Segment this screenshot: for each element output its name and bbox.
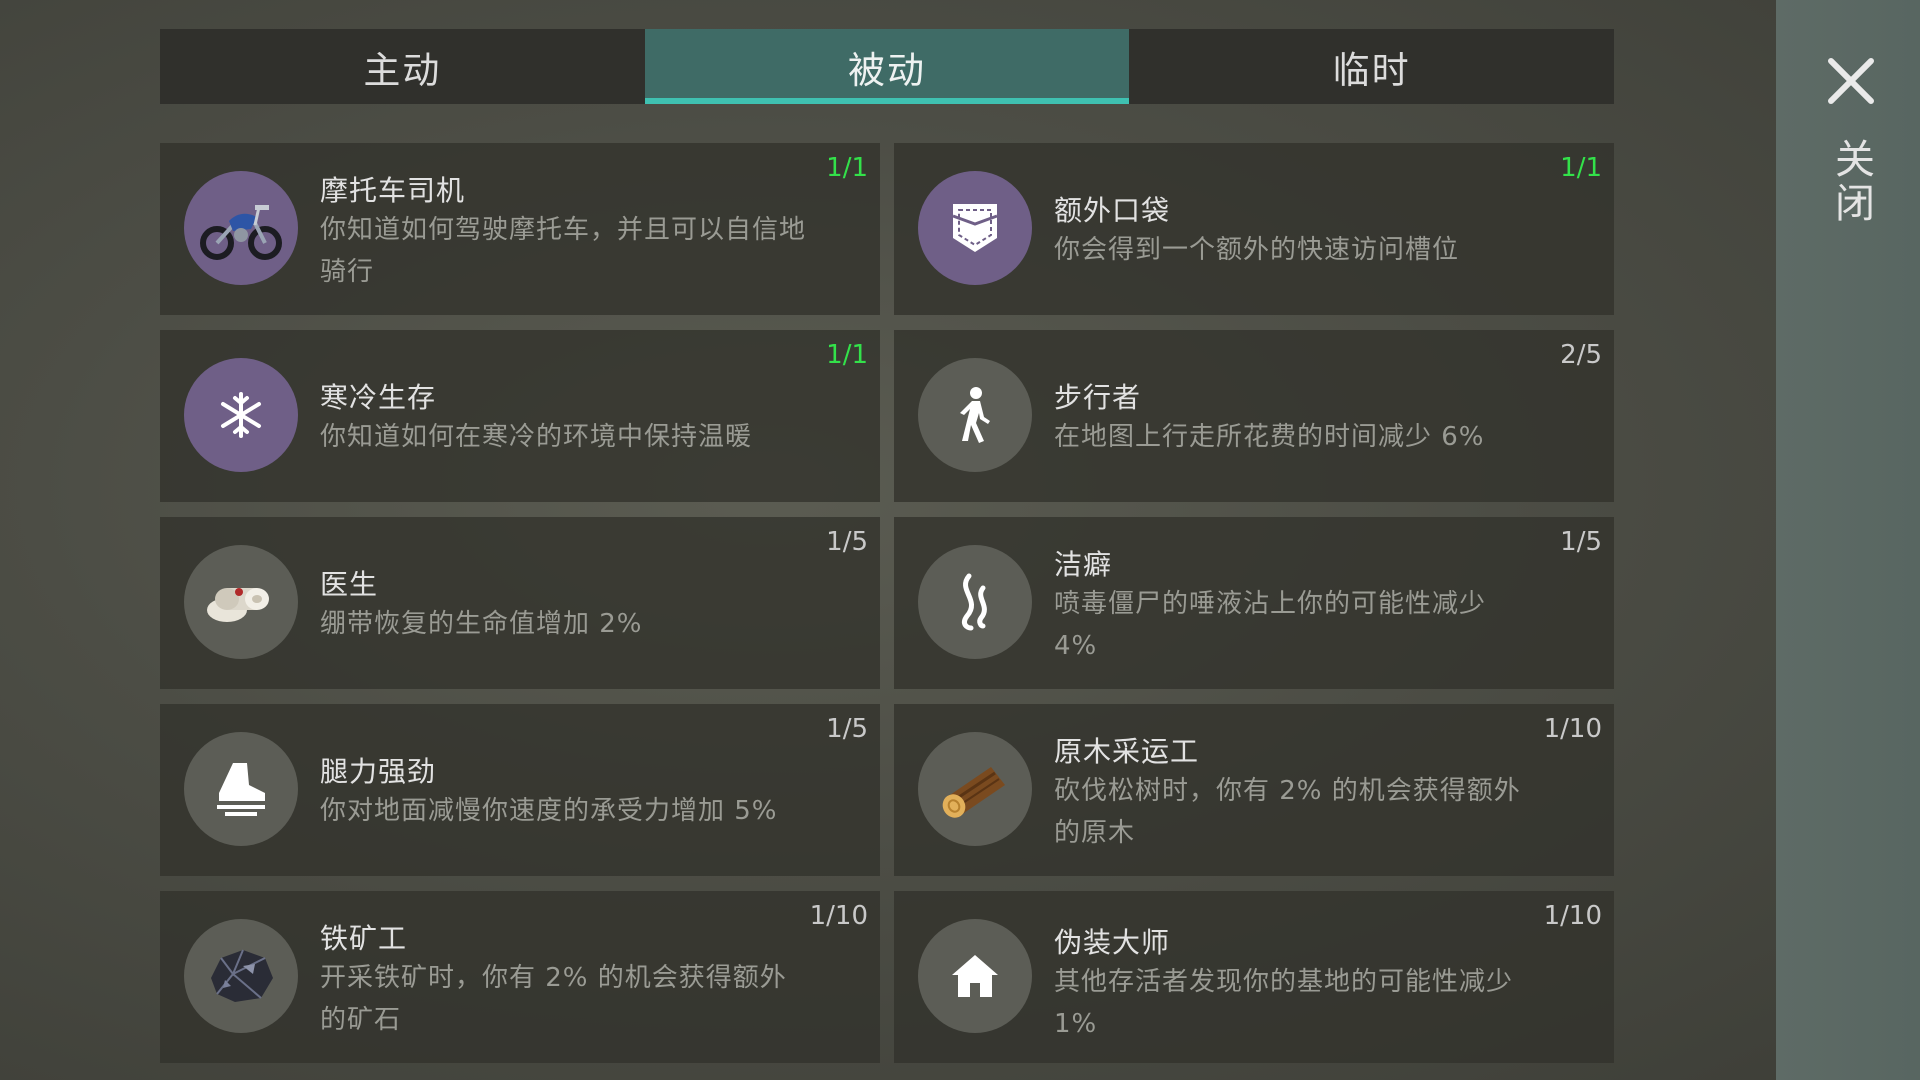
perk-level: 1/10 (1543, 714, 1602, 744)
motorcycle-icon (184, 171, 298, 285)
tab-passive-skills[interactable]: 被动 (644, 29, 1130, 104)
perk-card-extra-pocket[interactable]: 额外口袋 你会得到一个额外的快速访问槽位 1/1 (894, 143, 1614, 315)
perk-title: 原木采运工 (1054, 735, 1200, 768)
perk-title: 医生 (320, 568, 379, 601)
perk-level: 2/5 (1560, 340, 1602, 370)
perk-card-strong-legs[interactable]: 腿力强劲 你对地面减慢你速度的承受力增加 5% 1/5 (160, 704, 880, 876)
perk-card-cold-survival[interactable]: 寒冷生存 你知道如何在寒冷的环境中保持温暖 1/1 (160, 330, 880, 502)
tab-active-skills[interactable]: 主动 (160, 29, 645, 104)
perk-card-lumberjack[interactable]: 原木采运工 砍伐松树时，你有 2% 的机会获得额外的原木 1/10 (894, 704, 1614, 876)
perk-card-motorcycle[interactable]: 摩托车司机 你知道如何驾驶摩托车，并且可以自信地骑行 1/1 (160, 143, 880, 315)
perk-title: 额外口袋 (1054, 194, 1171, 227)
perk-description: 喷毒僵尸的唾液沾上你的可能性减少 4% (1054, 589, 1487, 661)
perk-card-iron-miner[interactable]: 铁矿工 开采铁矿时，你有 2% 的机会获得额外的矿石 1/10 (160, 891, 880, 1063)
perk-description: 其他存活者发现你的基地的可能性减少 1% (1054, 967, 1514, 1039)
tab-temporary-skills[interactable]: 临时 (1129, 29, 1614, 104)
snowflake-icon (184, 358, 298, 472)
perk-description: 绷带恢复的生命值增加 2% (320, 609, 643, 639)
perk-level: 1/1 (1560, 153, 1602, 183)
pocket-icon (918, 171, 1032, 285)
house-icon (918, 919, 1032, 1033)
perk-level: 1/1 (826, 340, 868, 370)
perk-title: 寒冷生存 (320, 381, 437, 414)
perk-description: 在地图上行走所花费的时间减少 6% (1054, 422, 1485, 452)
fumes-icon (918, 545, 1032, 659)
perk-card-doctor[interactable]: 医生 绷带恢复的生命值增加 2% 1/5 (160, 517, 880, 689)
perk-card-camouflage-master[interactable]: 伪装大师 其他存活者发现你的基地的可能性减少 1% 1/10 (894, 891, 1614, 1063)
perk-description: 开采铁矿时，你有 2% 的机会获得额外的矿石 (320, 963, 787, 1035)
walker-icon (918, 358, 1032, 472)
perk-level: 1/10 (809, 901, 868, 931)
perk-card-walker[interactable]: 步行者 在地图上行走所花费的时间减少 6% 2/5 (894, 330, 1614, 502)
perk-title: 步行者 (1054, 381, 1142, 414)
perk-description: 砍伐松树时，你有 2% 的机会获得额外的原木 (1054, 776, 1521, 848)
perk-card-cleanliness[interactable]: 洁癖 喷毒僵尸的唾液沾上你的可能性减少 4% 1/5 (894, 517, 1614, 689)
perk-level: 1/10 (1543, 901, 1602, 931)
close-button[interactable]: 关闭 (1828, 138, 1874, 226)
perk-level: 1/5 (826, 714, 868, 744)
log-icon (918, 732, 1032, 846)
perk-title: 摩托车司机 (320, 174, 466, 207)
boot-icon (184, 732, 298, 846)
perk-description: 你会得到一个额外的快速访问槽位 (1054, 235, 1460, 265)
perk-title: 伪装大师 (1054, 926, 1171, 959)
perk-title: 铁矿工 (320, 922, 408, 955)
close-icon[interactable] (1826, 56, 1876, 106)
perk-description: 你知道如何驾驶摩托车，并且可以自信地骑行 (320, 215, 807, 287)
iron-ore-icon (184, 919, 298, 1033)
tab-bar: 主动 被动 临时 (160, 29, 1614, 104)
perk-title: 腿力强劲 (320, 755, 437, 788)
perk-level: 1/5 (1560, 527, 1602, 557)
perk-title: 洁癖 (1054, 548, 1113, 581)
perk-description: 你知道如何在寒冷的环境中保持温暖 (320, 422, 753, 452)
perk-description: 你对地面减慢你速度的承受力增加 5% (320, 796, 778, 826)
bandage-icon (184, 545, 298, 659)
perk-level: 1/1 (826, 153, 868, 183)
perk-level: 1/5 (826, 527, 868, 557)
